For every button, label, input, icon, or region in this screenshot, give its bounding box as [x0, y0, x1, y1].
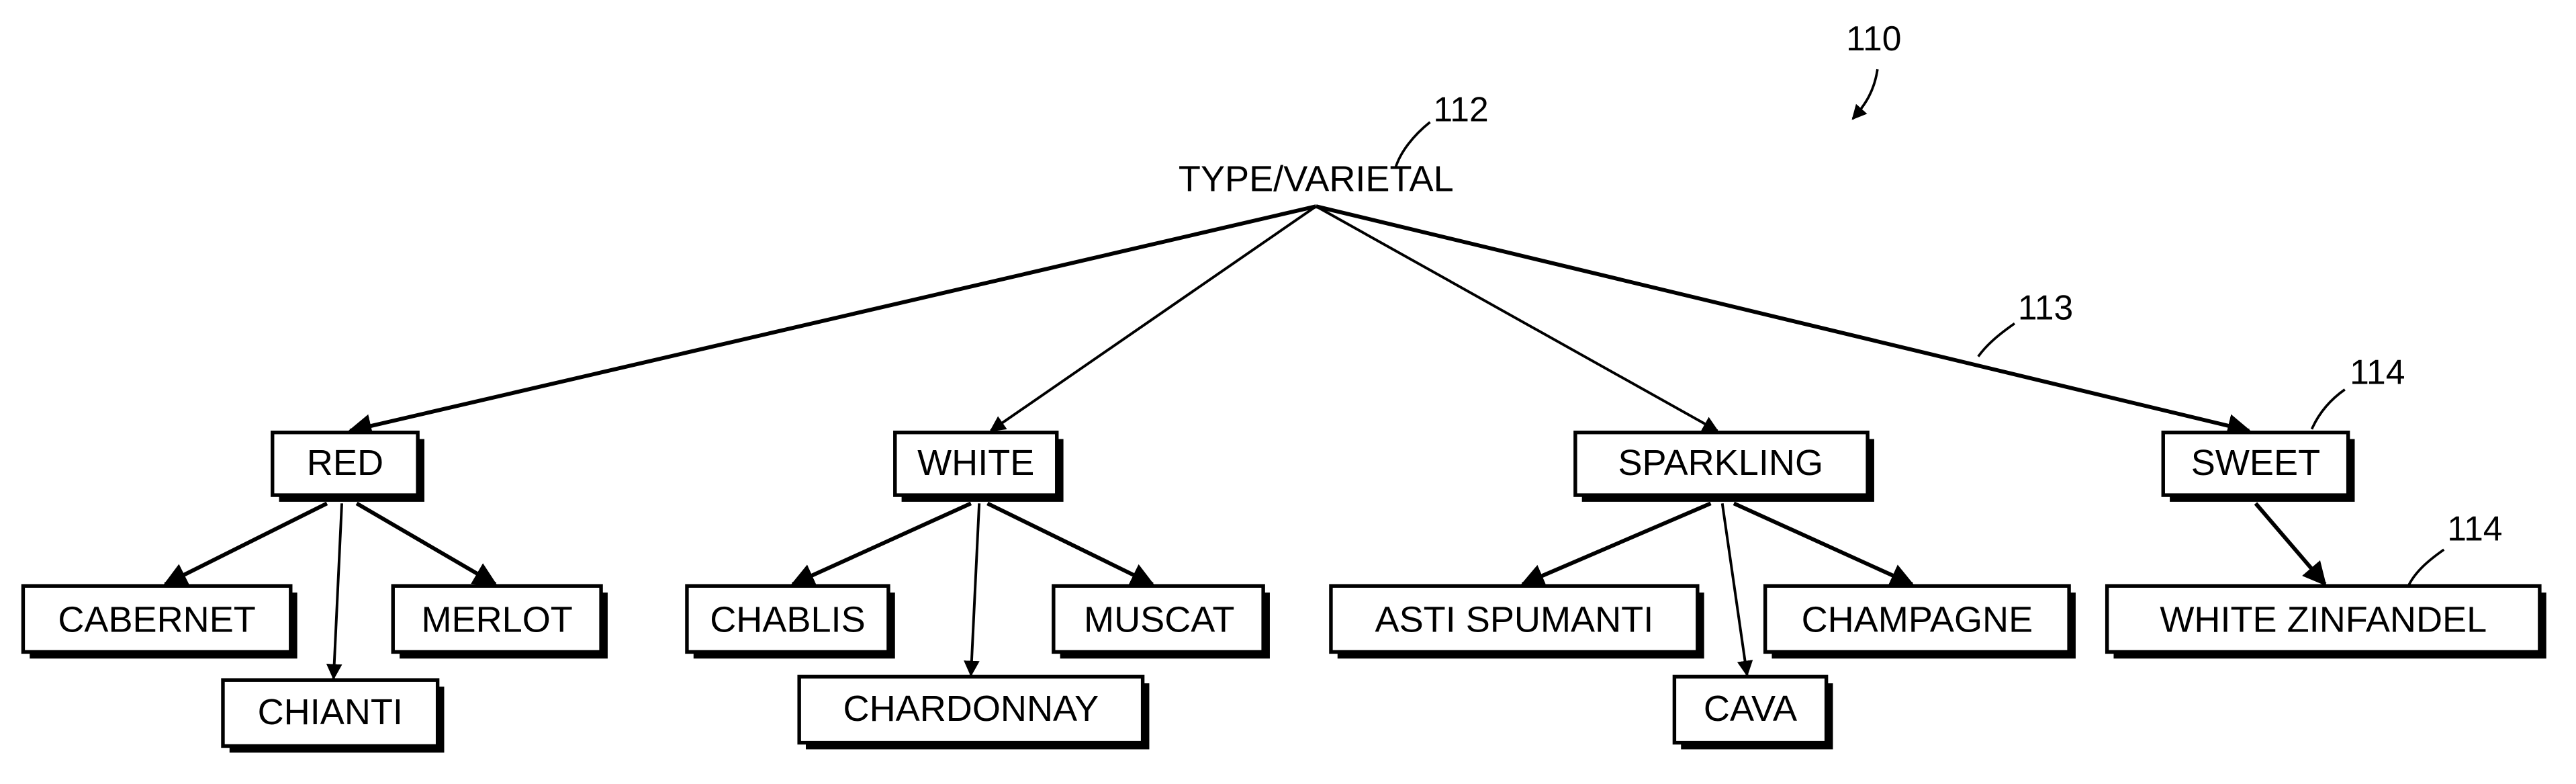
category-node-red: RED — [271, 430, 424, 502]
varietal-label: CHAMPAGNE — [1802, 600, 2033, 640]
varietal-node-white-zinfandel: WHITE ZINFANDEL — [2105, 584, 2546, 659]
varietal-node-chardonnay: CHARDONNAY — [797, 674, 1150, 750]
edge-sparkling-asti — [1520, 501, 1712, 587]
varietal-node-champagne: CHAMPAGNE — [1763, 584, 2076, 659]
varietal-node-merlot: MERLOT — [391, 584, 608, 659]
edge-root-red — [347, 204, 1317, 438]
edge-ref-label: 113 — [2018, 288, 2073, 327]
varietal-node-chablis: CHABLIS — [685, 584, 895, 659]
edge-root-sweet — [1316, 204, 2252, 437]
varietal-node-asti-spumanti: ASTI SPUMANTI — [1329, 584, 1704, 659]
varietal-label: MUSCAT — [1084, 600, 1234, 640]
edge-white-chablis — [790, 501, 972, 586]
category-node-white: WHITE — [893, 430, 1064, 502]
category-node-sparkling: SPARKLING — [1573, 430, 1874, 502]
varietal-node-cava: CAVA — [1672, 674, 1833, 750]
category-node-sweet: SWEET — [2161, 430, 2355, 502]
edge-red-merlot — [355, 501, 498, 586]
category-label: SPARKLING — [1618, 443, 1823, 483]
root-edges — [347, 204, 2252, 438]
edge-ref-leader — [1977, 322, 2016, 357]
edge-root-white — [989, 205, 1317, 432]
node-ref-leader-zinfandel — [2406, 548, 2445, 589]
varietal-node-muscat: MUSCAT — [1052, 584, 1270, 659]
varietal-label: CHIANTI — [258, 692, 403, 732]
figure-ref-arrow — [1851, 69, 1879, 120]
root-node-label: TYPE/VARIETAL — [1179, 159, 1454, 200]
edge-white-chardonnay — [964, 503, 981, 677]
figure-ref-label: 110 — [1846, 19, 1901, 58]
varietal-label: CHARDONNAY — [843, 689, 1099, 729]
varietal-label: WHITE ZINFANDEL — [2160, 600, 2487, 640]
node-ref-leader-sweet — [2310, 388, 2346, 430]
varietal-label: CAVA — [1704, 689, 1797, 729]
category-label: SWEET — [2191, 443, 2320, 483]
edge-sparkling-champagne — [1733, 501, 1915, 586]
wine-taxonomy-diagram: 110 112 TYPE/VARIETAL 113 114 114 RED WH… — [21, 19, 2546, 753]
edge-sweet-zinfandel — [2254, 502, 2327, 586]
root-ref-label: 112 — [1433, 90, 1488, 129]
varietal-label: MERLOT — [421, 600, 572, 640]
category-label: RED — [307, 443, 383, 483]
edge-red-cabernet — [163, 501, 328, 586]
edge-sparkling-cava — [1720, 503, 1753, 677]
node-ref-label-sweet: 114 — [2350, 352, 2405, 391]
varietal-label: CHABLIS — [710, 600, 865, 640]
category-label: WHITE — [917, 443, 1034, 483]
edge-root-sparkling — [1315, 205, 1719, 432]
edge-white-muscat — [986, 501, 1155, 586]
varietal-label: CABERNET — [58, 600, 256, 640]
varietal-node-chianti: CHIANTI — [221, 678, 445, 753]
varietal-node-cabernet: CABERNET — [21, 584, 297, 659]
varietal-label: ASTI SPUMANTI — [1375, 600, 1654, 640]
node-ref-label-zinfandel: 114 — [2447, 509, 2502, 548]
edge-red-chianti — [326, 503, 343, 681]
